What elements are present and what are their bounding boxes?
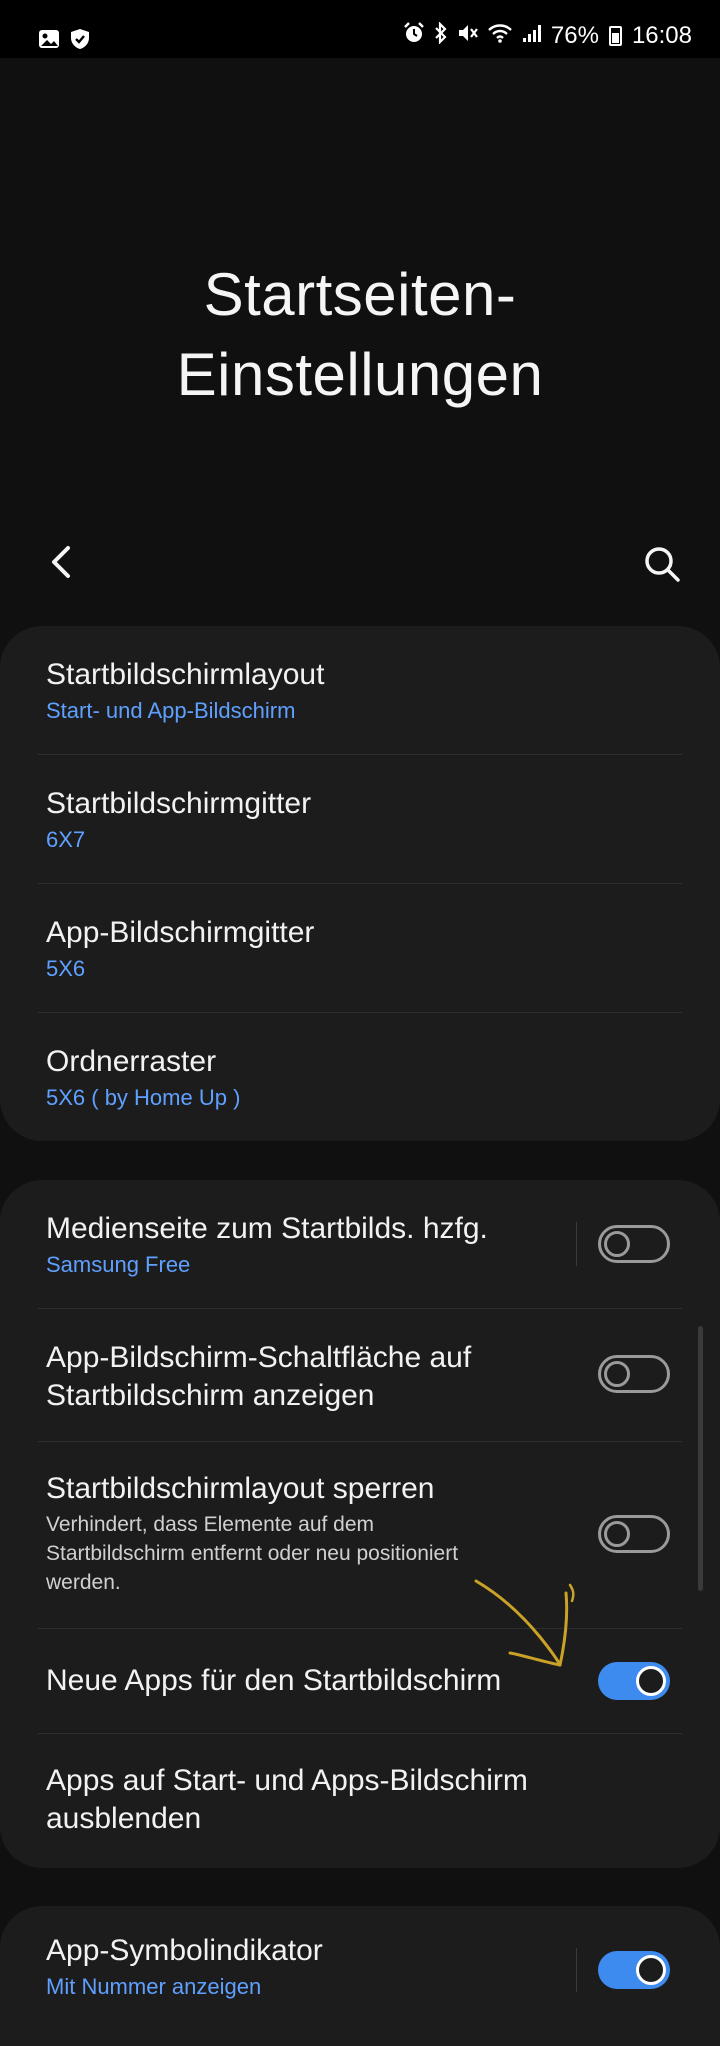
setting-medienseite[interactable]: Medienseite zum Startbilds. hzfg. Samsun… — [0, 1180, 720, 1308]
setting-app-symbolindikator[interactable]: App-Symbolindikator Mit Nummer anzeigen — [0, 1906, 720, 2046]
vertical-separator — [576, 1948, 577, 1992]
setting-value: 5X6 — [46, 956, 86, 981]
setting-title: Startbildschirmlayout — [46, 658, 325, 691]
setting-app-bildschirm-schaltflaeche[interactable]: App-Bildschirm-Schaltfläche auf Startbil… — [0, 1309, 720, 1441]
alarm-icon — [403, 22, 425, 50]
setting-value: Samsung Free — [46, 1252, 191, 1277]
setting-title: Startbildschirmlayout sperren — [46, 1472, 435, 1505]
signal-icon — [521, 22, 543, 50]
setting-neue-apps[interactable]: Neue Apps für den Startbildschirm — [0, 1629, 720, 1733]
setting-description-line1: Verhindert, dass Elemente auf dem — [46, 1513, 375, 1536]
gallery-icon — [38, 29, 60, 54]
setting-title-line2: ausblenden — [46, 1802, 202, 1835]
status-bar: 76% 16:08 — [0, 0, 720, 58]
annotation-arrow-icon — [474, 1579, 575, 1667]
medienseite-toggle[interactable] — [598, 1225, 670, 1263]
setting-value: 5X6 ( by Home Up ) — [46, 1085, 241, 1110]
toggle-knob — [604, 1231, 630, 1257]
battery-icon — [608, 26, 622, 46]
shield-icon — [70, 28, 90, 55]
setting-value: 6X7 — [46, 827, 86, 852]
setting-description-line3: werden. — [46, 1571, 121, 1594]
setting-ordnerraster[interactable]: Ordnerraster 5X6 ( by Home Up ) — [0, 1013, 720, 1141]
setting-layout-sperren[interactable]: Startbildschirmlayout sperren Verhindert… — [0, 1442, 720, 1628]
toggle-knob — [636, 1955, 666, 1985]
setting-title: Ordnerraster — [46, 1045, 217, 1078]
status-time: 16:08 — [631, 22, 692, 49]
setting-title: App-Symbolindikator — [46, 1934, 323, 1967]
page-title-line2: Einstellungen — [176, 341, 544, 408]
setting-startbildschirmgitter[interactable]: Startbildschirmgitter 6X7 — [0, 755, 720, 883]
settings-group-indicator: App-Symbolindikator Mit Nummer anzeigen — [0, 1906, 720, 2046]
setting-title-line2: Startbildschirm anzeigen — [46, 1379, 375, 1412]
setting-value: Start- und App-Bildschirm — [46, 698, 296, 723]
setting-apps-ausblenden[interactable]: Apps auf Start- und Apps-Bildschirm ausb… — [0, 1734, 720, 1868]
setting-value: Mit Nummer anzeigen — [46, 1974, 262, 1999]
setting-title-line1: Apps auf Start- und Apps-Bildschirm — [46, 1764, 528, 1797]
page-title: Startseiten- Einstellungen — [0, 255, 720, 415]
setting-title-line1: App-Bildschirm-Schaltfläche auf — [46, 1341, 472, 1374]
back-button[interactable] — [40, 540, 84, 584]
setting-startbildschirmlayout[interactable]: Startbildschirmlayout Start- und App-Bil… — [0, 626, 720, 754]
status-right: 76% 16:08 — [403, 21, 692, 50]
app-bildschirm-schaltflaeche-toggle[interactable] — [598, 1355, 670, 1393]
setting-title: App-Bildschirmgitter — [46, 916, 315, 949]
setting-title: Startbildschirmgitter — [46, 787, 312, 820]
bluetooth-icon — [433, 21, 449, 50]
search-icon — [645, 547, 680, 582]
setting-title: Medienseite zum Startbilds. hzfg. — [46, 1212, 488, 1245]
setting-title: Neue Apps für den Startbildschirm — [46, 1664, 502, 1697]
screen: 76% 16:08 Startseiten- Einstellungen Sta… — [0, 0, 720, 2046]
page-title-line1: Startseiten- — [203, 261, 517, 328]
settings-group-layout: Startbildschirmlayout Start- und App-Bil… — [0, 626, 720, 1141]
toggle-knob — [604, 1521, 630, 1547]
scrollbar[interactable] — [698, 1326, 703, 1591]
setting-description-line2: Startbildschirm entfernt oder neu positi… — [46, 1542, 459, 1565]
vertical-separator — [576, 1222, 577, 1266]
mute-icon — [457, 22, 479, 50]
wifi-icon — [487, 22, 513, 50]
toggle-knob — [604, 1361, 630, 1387]
toggle-knob — [636, 1666, 666, 1696]
status-left-icons — [38, 28, 90, 55]
layout-sperren-toggle[interactable] — [598, 1515, 670, 1553]
settings-group-options: Medienseite zum Startbilds. hzfg. Samsun… — [0, 1180, 720, 1868]
app-symbolindikator-toggle[interactable] — [598, 1951, 670, 1989]
search-button[interactable] — [640, 542, 684, 586]
chevron-left-icon — [52, 546, 70, 578]
setting-app-bildschirmgitter[interactable]: App-Bildschirmgitter 5X6 — [0, 884, 720, 1012]
battery-percentage: 76% — [550, 22, 599, 49]
